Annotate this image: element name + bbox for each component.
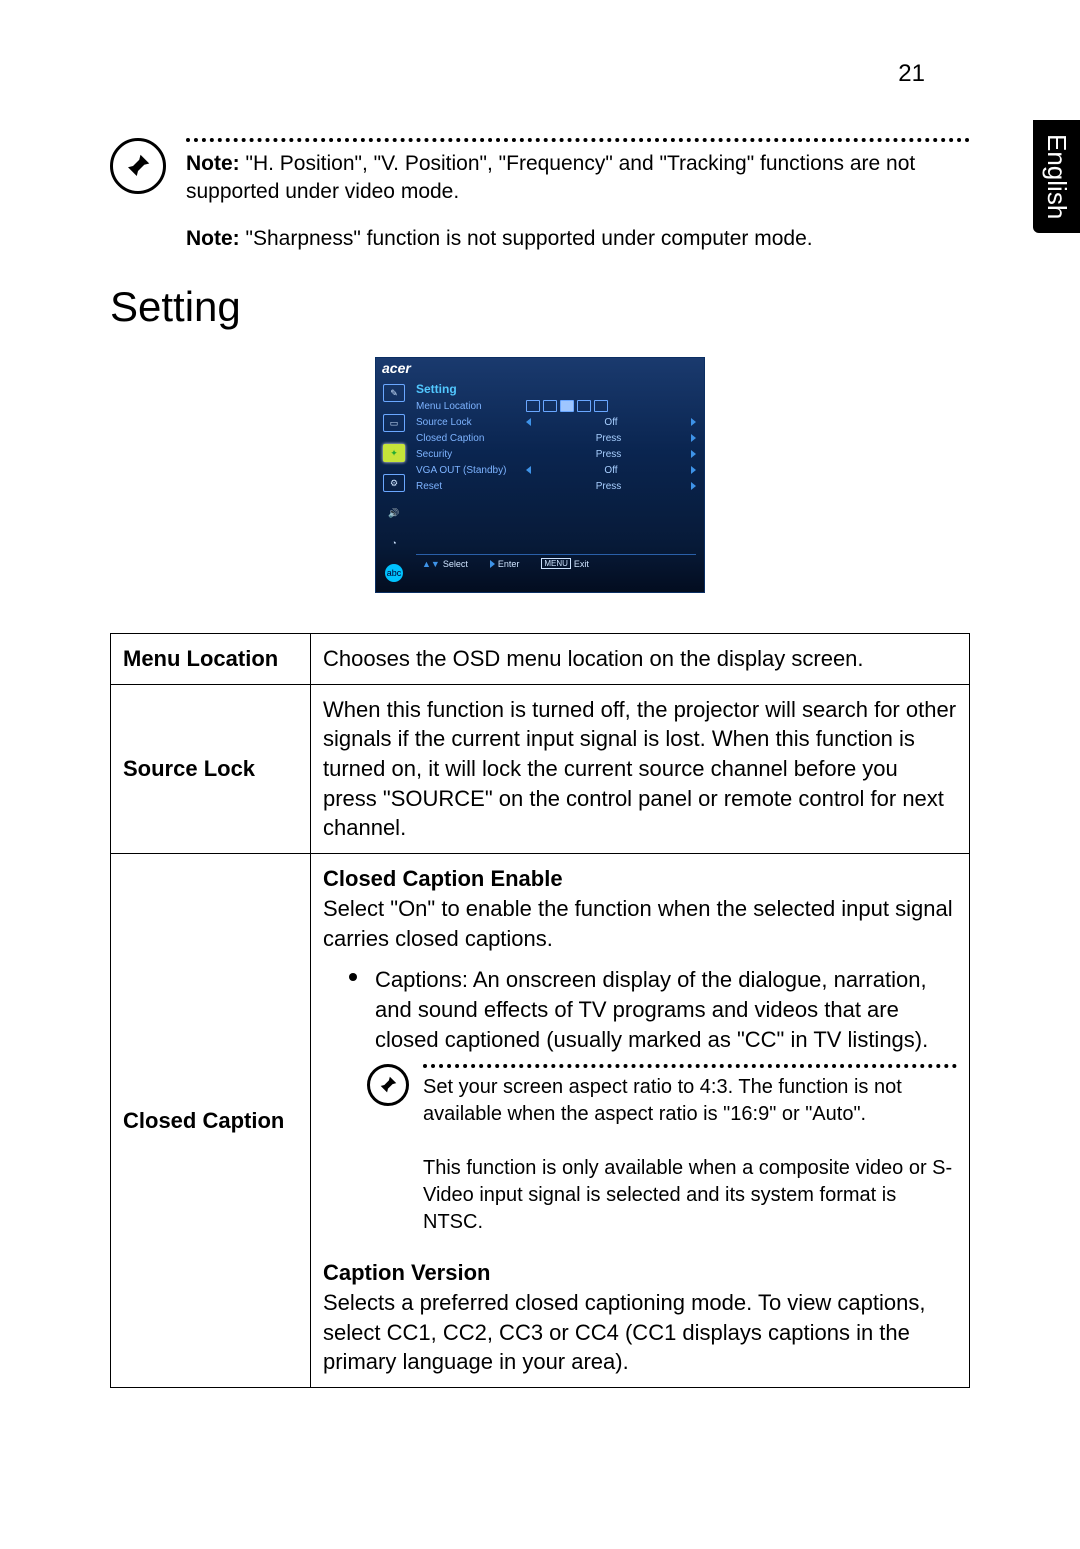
osd-row: VGA OUT (Standby) Off xyxy=(416,462,696,478)
osd-row-label: Closed Caption xyxy=(416,433,526,444)
page-number: 21 xyxy=(110,60,970,88)
pin-note-icon xyxy=(367,1064,409,1106)
table-row: Source Lock When this function is turned… xyxy=(111,684,970,853)
osd-row-label: Security xyxy=(416,449,526,460)
note-2-label: Note: xyxy=(186,227,240,250)
osd-heading: Setting xyxy=(416,382,696,396)
right-arrow-icon xyxy=(691,466,696,474)
osd-footer-exit: Exit xyxy=(574,559,589,569)
caption-version-desc: Selects a preferred closed captioning mo… xyxy=(323,1290,926,1374)
right-arrow-icon xyxy=(490,560,495,568)
osd-row: Security Press xyxy=(416,446,696,462)
osd-footer: ▲▼Select Enter MENUExit xyxy=(416,554,696,573)
osd-logo: acer xyxy=(382,360,411,376)
osd-row-label: Source Lock xyxy=(416,417,526,428)
settings-table: Menu Location Chooses the OSD menu locat… xyxy=(110,633,970,1388)
bullet-icon xyxy=(349,973,357,981)
osd-row: Source Lock Off xyxy=(416,414,696,430)
cc-inline-note-1: Set your screen aspect ratio to 4:3. The… xyxy=(423,1074,957,1128)
osd-row-label: Reset xyxy=(416,481,526,492)
language-tab: English xyxy=(1033,120,1080,233)
updown-arrow-icon: ▲▼ xyxy=(422,559,440,569)
osd-row-value: Press xyxy=(596,433,622,444)
osd-row: Closed Caption Press xyxy=(416,430,696,446)
left-arrow-icon xyxy=(526,466,531,474)
osd-tab-language-icon: abc xyxy=(385,564,403,582)
table-row: Closed Caption Closed Caption Enable Sel… xyxy=(111,854,970,1388)
osd-tab-setting-icon: ✦ xyxy=(383,444,405,462)
closed-caption-label: Closed Caption xyxy=(111,854,311,1388)
cc-inline-note-2: This function is only available when a c… xyxy=(423,1155,957,1236)
osd-row: Menu Location xyxy=(416,398,696,414)
source-lock-desc: When this function is turned off, the pr… xyxy=(311,684,970,853)
note-1: Note: "H. Position", "V. Position", "Fre… xyxy=(186,150,970,207)
note-block: Note: "H. Position", "V. Position", "Fre… xyxy=(110,138,970,253)
osd-tab-image-icon: ▭ xyxy=(383,414,405,432)
table-row: Menu Location Chooses the OSD menu locat… xyxy=(111,634,970,685)
osd-row-value: Off xyxy=(604,417,617,428)
osd-footer-enter: Enter xyxy=(498,559,520,569)
section-title: Setting xyxy=(110,283,970,331)
left-arrow-icon xyxy=(526,418,531,426)
note-1-label: Note: xyxy=(186,152,240,175)
right-arrow-icon xyxy=(691,450,696,458)
pin-note-icon xyxy=(110,138,166,194)
osd-tab-timer-icon: ◔ xyxy=(383,534,405,552)
menu-location-desc: Chooses the OSD menu location on the dis… xyxy=(311,634,970,685)
closed-caption-desc-cell: Closed Caption Enable Select "On" to ena… xyxy=(311,854,970,1388)
menu-location-icons xyxy=(526,400,608,412)
note-2: Note: "Sharpness" function is not suppor… xyxy=(186,225,970,253)
osd-footer-select: Select xyxy=(443,559,468,569)
osd-row-label: VGA OUT (Standby) xyxy=(416,465,526,476)
osd-row-label: Menu Location xyxy=(416,401,526,412)
osd-tab-management-icon: ⚙ xyxy=(383,474,405,492)
caption-version-title: Caption Version xyxy=(323,1260,490,1285)
osd-row-value: Press xyxy=(596,449,622,460)
divider-dots xyxy=(186,138,970,142)
osd-sidebar: ✎ ▭ ✦ ⚙ 🔊 ◔ abc xyxy=(376,378,412,592)
osd-row-value: Off xyxy=(604,465,617,476)
osd-screenshot: acer ✎ ▭ ✦ ⚙ 🔊 ◔ abc Setting Menu Locati… xyxy=(375,357,705,593)
right-arrow-icon xyxy=(691,434,696,442)
right-arrow-icon xyxy=(691,418,696,426)
osd-tab-audio-icon: 🔊 xyxy=(383,504,405,522)
cc-enable-title: Closed Caption Enable xyxy=(323,866,563,891)
source-lock-label: Source Lock xyxy=(111,684,311,853)
cc-enable-desc: Select "On" to enable the function when … xyxy=(323,896,953,951)
menu-box-icon: MENU xyxy=(541,558,571,569)
menu-location-label: Menu Location xyxy=(111,634,311,685)
cc-bullet-text: Captions: An onscreen display of the dia… xyxy=(375,965,957,1054)
divider-dots xyxy=(423,1064,957,1068)
right-arrow-icon xyxy=(691,482,696,490)
osd-row-value: Press xyxy=(596,481,622,492)
osd-row: Reset Press xyxy=(416,478,696,494)
osd-tab-color-icon: ✎ xyxy=(383,384,405,402)
note-2-text: "Sharpness" function is not supported un… xyxy=(240,227,813,250)
note-1-text: "H. Position", "V. Position", "Frequency… xyxy=(186,152,915,203)
